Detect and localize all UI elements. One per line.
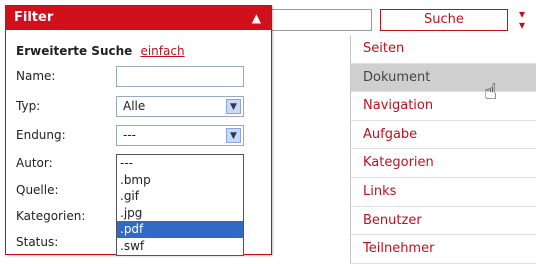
endung-option[interactable]: .bmp xyxy=(117,172,243,189)
typ-select[interactable]: Alle ▼ xyxy=(116,96,244,117)
menu-item-kategorien[interactable]: Kategorien xyxy=(351,149,536,178)
typ-select-value: Alle xyxy=(123,99,146,113)
search-scope-menu: Seiten Dokument Navigation Aufgabe Kateg… xyxy=(350,35,536,264)
chevron-down-icon[interactable]: ▼ xyxy=(226,99,241,114)
endung-select[interactable]: --- ▼ xyxy=(116,125,244,146)
advanced-search-heading: Erweiterte Suche einfach xyxy=(16,44,185,58)
menu-item-benutzer[interactable]: Benutzer xyxy=(351,206,536,236)
filter-header[interactable]: Filter ▲ xyxy=(6,6,271,30)
endung-select-value: --- xyxy=(123,128,136,142)
kategorien-label: Kategorien: xyxy=(16,209,86,223)
filter-panel: Filter ▲ Erweiterte Suche einfach Name: … xyxy=(5,5,272,256)
endung-label: Endung: xyxy=(16,128,66,142)
menu-item-teilnehmer[interactable]: Teilnehmer xyxy=(351,235,536,264)
name-field[interactable] xyxy=(116,66,244,87)
endung-option[interactable]: .swf xyxy=(117,238,243,255)
menu-item-aufgabe[interactable]: Aufgabe xyxy=(351,120,536,150)
hand-pointer-icon: ☝ xyxy=(484,80,498,105)
filter-title: Filter xyxy=(14,10,54,25)
menu-item-seiten[interactable]: Seiten xyxy=(351,35,536,64)
menu-item-navigation[interactable]: Navigation xyxy=(351,92,536,121)
chevron-down-icon[interactable]: ▼ xyxy=(226,128,241,143)
autor-label: Autor: xyxy=(16,156,53,170)
endung-dropdown-list[interactable]: --- .bmp .gif .jpg .pdf .swf xyxy=(116,154,244,256)
endung-option[interactable]: .jpg xyxy=(117,205,243,222)
endung-option[interactable]: --- xyxy=(117,155,243,172)
collapse-icon[interactable]: ▲ xyxy=(252,6,261,30)
typ-label: Typ: xyxy=(16,99,41,113)
advanced-search-label: Erweiterte Suche xyxy=(16,44,133,58)
menu-item-dokument[interactable]: Dokument xyxy=(351,63,536,93)
chevron-down-icon: ▾ xyxy=(518,18,526,32)
name-label: Name: xyxy=(16,69,56,83)
simple-search-link[interactable]: einfach xyxy=(140,44,184,58)
status-label: Status: xyxy=(16,235,59,249)
endung-option[interactable]: .gif xyxy=(117,188,243,205)
menu-item-links[interactable]: Links xyxy=(351,177,536,207)
quelle-label: Quelle: xyxy=(16,183,59,197)
search-options-toggle[interactable]: ▾ ▾ xyxy=(514,8,530,32)
endung-option-selected[interactable]: .pdf xyxy=(117,221,243,238)
search-button[interactable]: Suche xyxy=(380,9,508,31)
